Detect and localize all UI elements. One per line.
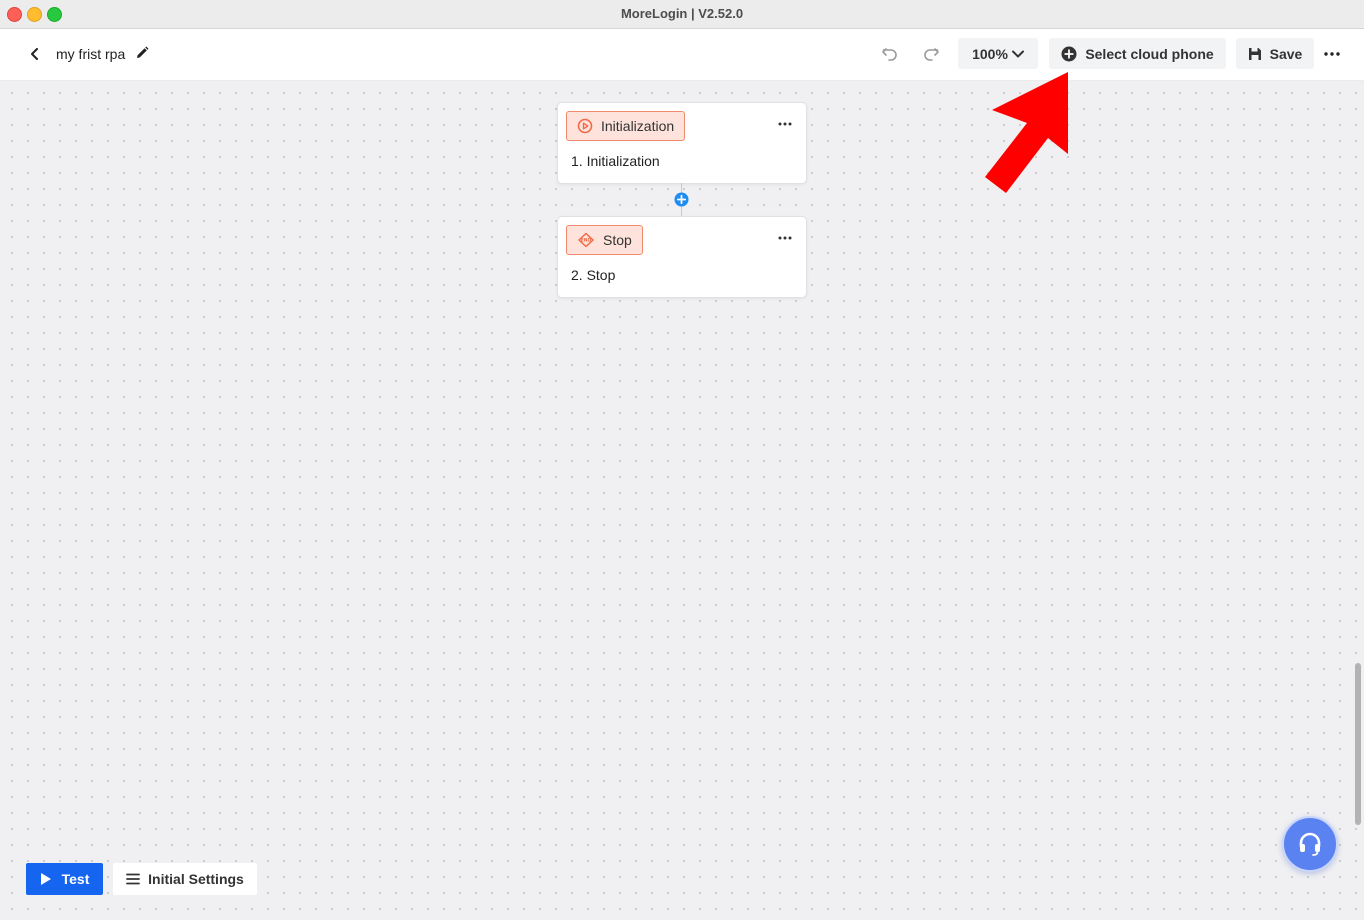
- play-circle-icon: [577, 118, 593, 134]
- flow-name: my frist rpa: [56, 46, 126, 62]
- red-annotation-arrow-icon: [985, 72, 1068, 193]
- play-icon: [40, 873, 51, 885]
- redo-button[interactable]: [920, 43, 942, 65]
- undo-icon: [882, 48, 897, 61]
- node-type-label: Initialization: [601, 118, 675, 134]
- test-run-button[interactable]: Test: [26, 863, 103, 895]
- chevron-left-icon: [31, 48, 38, 60]
- vertical-scrollbar-thumb[interactable]: [1355, 663, 1361, 825]
- node-description: 1. Initialization: [571, 153, 660, 169]
- node-description: 2. Stop: [571, 267, 616, 283]
- save-disk-icon: [1248, 47, 1261, 60]
- zoom-select[interactable]: 100%: [958, 38, 1038, 69]
- plus-circle-icon: [1061, 46, 1077, 61]
- node-type-tag: Initialization: [566, 111, 686, 141]
- initial-settings-button[interactable]: Initial Settings: [113, 863, 257, 895]
- more-horizontal-icon: [778, 236, 792, 240]
- title-bar: MoreLogin | V2.52.0: [0, 0, 1364, 29]
- customer-support-button[interactable]: [1282, 816, 1338, 872]
- test-label: Test: [61, 871, 90, 887]
- stop-diamond-icon: END: [578, 232, 594, 248]
- more-options-button[interactable]: [1321, 43, 1343, 65]
- window-title: MoreLogin | V2.52.0: [620, 6, 744, 21]
- node-type-tag: END Stop: [566, 225, 643, 255]
- add-node-plus-icon[interactable]: [674, 192, 689, 207]
- node-menu-button[interactable]: [776, 117, 794, 131]
- undo-button[interactable]: [879, 43, 901, 65]
- select-cloud-phone-button[interactable]: Select cloud phone: [1049, 38, 1226, 69]
- save-label: Save: [1269, 45, 1303, 62]
- select-cloud-phone-label: Select cloud phone: [1085, 45, 1214, 62]
- chevron-down-icon: [1011, 50, 1024, 57]
- workflow-node-initialization[interactable]: Initialization 1. Initialization: [557, 102, 807, 184]
- edit-pencil-icon[interactable]: [135, 46, 149, 60]
- redo-icon: [924, 48, 939, 61]
- back-button[interactable]: [24, 43, 46, 65]
- headset-icon: [1299, 832, 1321, 856]
- more-horizontal-icon: [1324, 52, 1340, 56]
- workflow-canvas[interactable]: Initialization 1. Initialization END Sto…: [0, 81, 1364, 920]
- node-menu-button[interactable]: [776, 231, 794, 245]
- initial-settings-label: Initial Settings: [148, 871, 244, 887]
- workflow-node-stop[interactable]: END Stop 2. Stop: [557, 216, 807, 298]
- svg-text:END: END: [581, 238, 592, 244]
- menu-lines-icon: [126, 873, 141, 885]
- more-horizontal-icon: [778, 122, 792, 126]
- node-type-label: Stop: [603, 232, 632, 248]
- editor-toolbar: my frist rpa 100% Select cloud phone Sav…: [0, 29, 1364, 81]
- zoom-value: 100%: [972, 45, 1008, 62]
- app-window: MoreLogin | V2.52.0 my frist rpa 100% Se…: [0, 0, 1364, 920]
- save-button[interactable]: Save: [1236, 38, 1314, 69]
